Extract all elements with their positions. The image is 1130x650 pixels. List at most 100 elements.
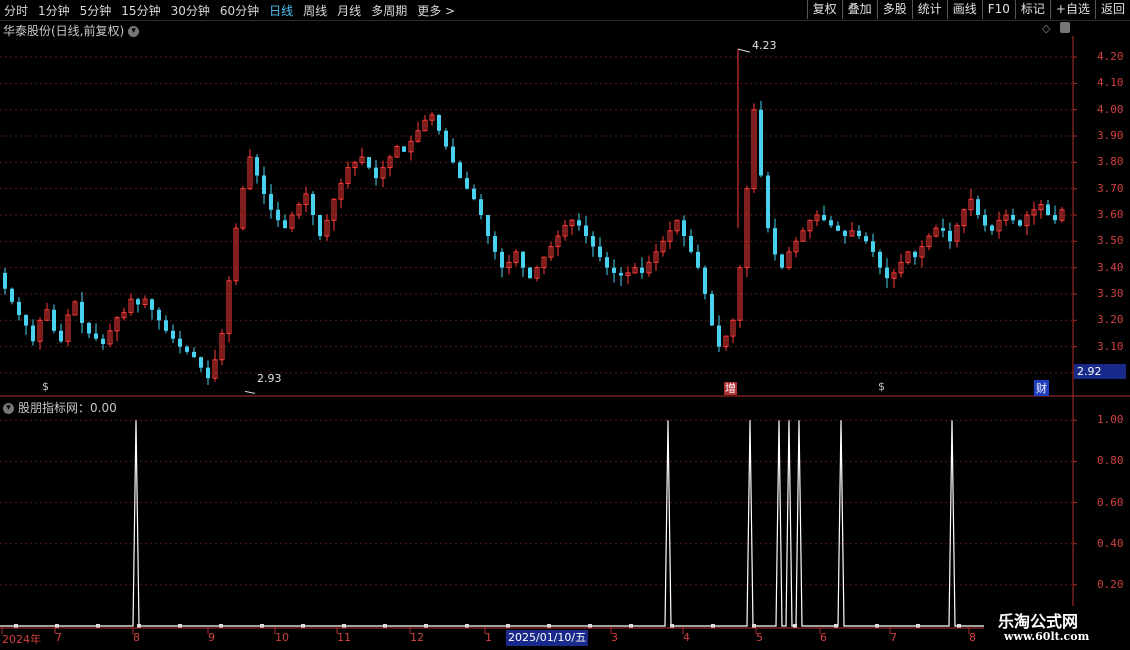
candle-body xyxy=(465,178,469,189)
indicator-marker xyxy=(219,624,223,628)
candle-body xyxy=(990,225,994,231)
candle-body xyxy=(80,301,84,323)
y-tick-label: 4.00 xyxy=(1097,102,1124,116)
current-price-tag: 2.92 xyxy=(1074,364,1126,379)
indicator-marker xyxy=(670,624,674,628)
x-tick-label: 8 xyxy=(133,631,140,644)
indicator-marker xyxy=(55,624,59,628)
candle-body xyxy=(913,251,917,258)
candle-body xyxy=(472,188,476,200)
candle-body xyxy=(759,109,763,176)
indicator-pane-title[interactable]: ▾ 股朋指标网：0.00 xyxy=(3,399,117,416)
candle-body xyxy=(528,267,532,279)
event-marker-finance[interactable]: 财 xyxy=(1034,380,1049,396)
x-tick-label: 5 xyxy=(756,631,763,644)
grid-lines xyxy=(0,56,1073,586)
watermark-url: www.60lt.com xyxy=(1004,630,1090,643)
event-marker-dividend-2[interactable]: $ xyxy=(878,380,885,393)
low-annotation: 2.93 xyxy=(257,372,282,385)
x-tick-label: 3 xyxy=(611,631,618,644)
candle-body xyxy=(703,267,707,294)
candle-body xyxy=(283,220,287,229)
y-tick-label: 3.70 xyxy=(1097,181,1124,195)
candle-body xyxy=(59,330,63,342)
watermark-title: 乐淘公式网 xyxy=(998,612,1079,631)
indicator-marker xyxy=(957,624,961,628)
watermark: 乐淘公式网 www.60lt.com xyxy=(984,606,1130,650)
candle-body xyxy=(717,325,721,347)
indicator-y-tick-label: 0.40 xyxy=(1097,536,1124,550)
indicator-marker xyxy=(588,624,592,628)
indicator-marker xyxy=(14,624,18,628)
candle-body xyxy=(577,220,581,226)
y-tick-label: 3.60 xyxy=(1097,208,1124,221)
candle-body xyxy=(1018,220,1022,226)
candle-body xyxy=(31,325,35,342)
candle-body xyxy=(598,246,602,258)
x-tick-label: 7 xyxy=(55,631,62,644)
candle-body xyxy=(150,299,154,310)
x-axis-cursor-date: 2025/01/10/五 xyxy=(506,630,589,646)
candle-body xyxy=(206,367,210,379)
candle-body xyxy=(444,130,448,147)
y-tick-label: 3.40 xyxy=(1097,260,1124,274)
indicator-marker xyxy=(834,624,838,628)
candle-body xyxy=(885,267,889,279)
indicator-marker xyxy=(547,624,551,628)
candle-body xyxy=(983,215,987,226)
event-marker-increase[interactable]: 增 xyxy=(724,380,737,396)
candle-body xyxy=(101,338,105,344)
indicator-marker xyxy=(96,624,100,628)
candle-body xyxy=(269,193,273,210)
candle-body xyxy=(136,299,140,305)
chevron-down-icon[interactable]: ▾ xyxy=(3,403,14,414)
candle-body xyxy=(521,251,525,268)
x-tick-label: 10 xyxy=(275,631,289,644)
indicator-marker xyxy=(465,624,469,628)
y-tick-label: 3.50 xyxy=(1097,234,1124,248)
candle-body xyxy=(696,251,700,268)
candle-body xyxy=(262,175,266,194)
candle-body xyxy=(864,236,868,242)
candle-body xyxy=(829,220,833,226)
candle-body xyxy=(171,330,175,339)
x-tick-label: 2024年 xyxy=(2,633,41,646)
indicator-series xyxy=(0,420,1073,628)
indicator-marker xyxy=(178,624,182,628)
indicator-marker xyxy=(916,624,920,628)
chart-canvas[interactable] xyxy=(0,0,1130,650)
indicator-marker xyxy=(260,624,264,628)
candle-body xyxy=(192,351,196,358)
candle-body xyxy=(3,272,7,289)
indicator-y-tick-label: 1.00 xyxy=(1097,413,1124,427)
y-tick-label: 3.20 xyxy=(1097,313,1124,327)
candle-body xyxy=(486,215,490,237)
high-arrow xyxy=(737,48,751,53)
candle-body xyxy=(766,175,770,229)
candle-body xyxy=(640,267,644,273)
candle-body xyxy=(164,320,168,331)
candle-body xyxy=(857,230,861,237)
candle-body xyxy=(780,254,784,268)
candle-body xyxy=(871,241,875,252)
y-tick-label: 3.90 xyxy=(1097,129,1124,143)
candle-body xyxy=(1011,215,1015,221)
x-tick-label: 12 xyxy=(410,631,424,644)
candle-body xyxy=(185,346,189,352)
candle-body xyxy=(437,114,441,131)
candle-body xyxy=(276,209,280,221)
x-tick-label: 8 xyxy=(969,631,976,644)
indicator-marker xyxy=(875,624,879,628)
candle-body xyxy=(87,322,91,334)
candle-body xyxy=(836,225,840,231)
event-marker-dividend[interactable]: $ xyxy=(42,380,49,393)
candle-body xyxy=(948,230,952,242)
candle-body xyxy=(374,167,378,179)
candlestick-series xyxy=(3,48,1065,394)
candle-body xyxy=(612,267,616,273)
candle-body xyxy=(479,199,483,215)
candle-body xyxy=(822,215,826,221)
indicator-line xyxy=(0,420,1073,627)
indicator-marker xyxy=(342,624,346,628)
candle-body xyxy=(458,162,462,179)
